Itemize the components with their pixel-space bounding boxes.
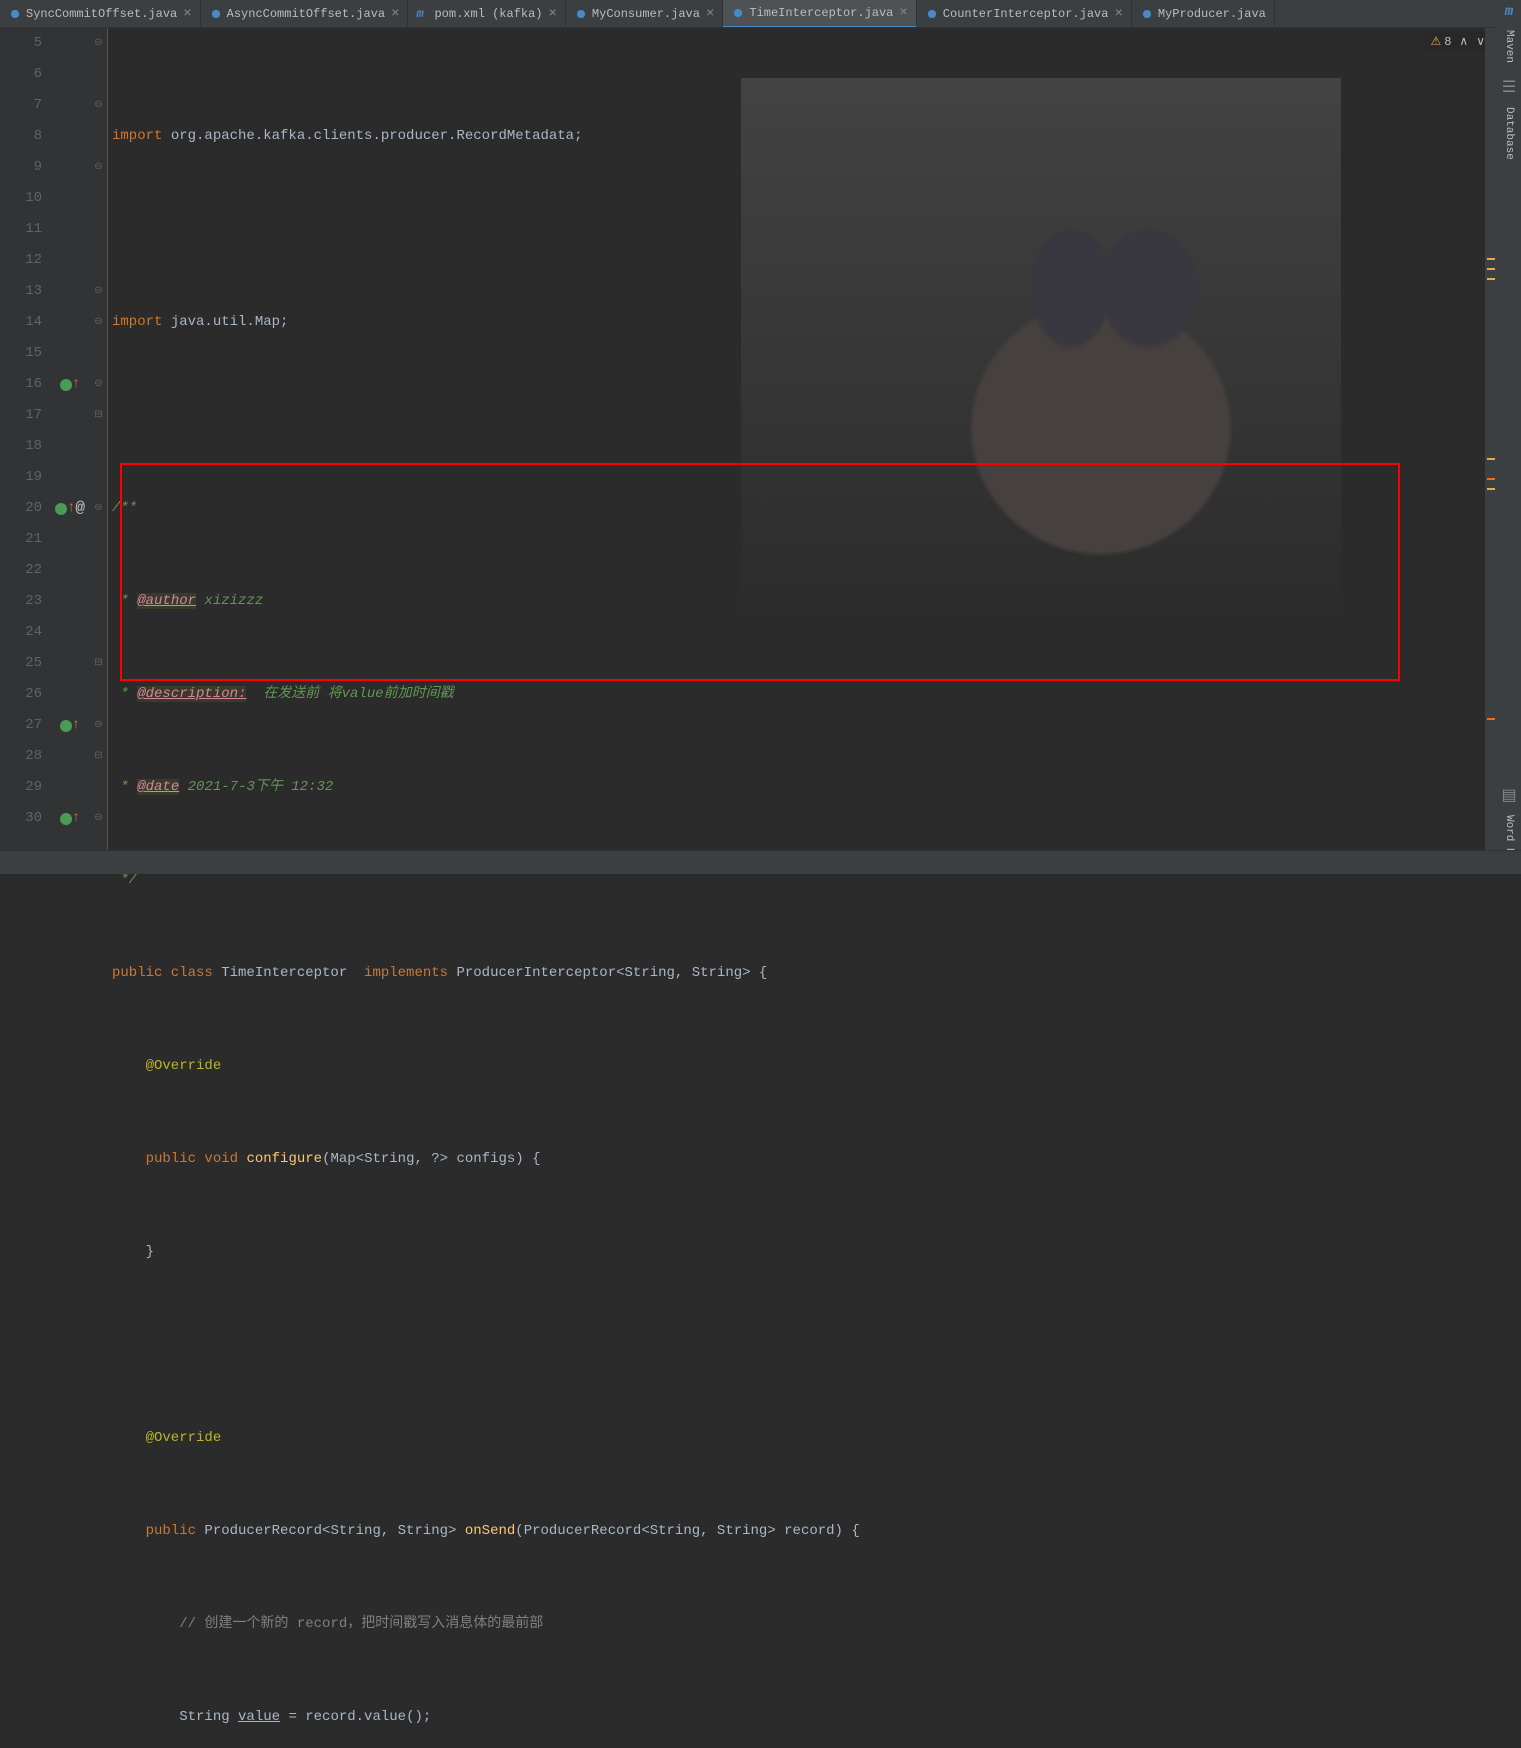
java-file-icon: [925, 7, 939, 21]
inspection-widget[interactable]: ⚠ 8 ∧ ∨: [1424, 32, 1491, 51]
line-number: 19: [0, 462, 42, 493]
override-icon[interactable]: [60, 720, 72, 732]
close-icon[interactable]: ×: [899, 5, 907, 21]
line-number-gutter[interactable]: 5 6 7 8 9 10 11 12 13 14 15 16 17 18 19 …: [0, 28, 50, 850]
override-icon[interactable]: [60, 379, 72, 391]
line-number: 24: [0, 617, 42, 648]
line-number: 25: [0, 648, 42, 679]
line-number: 26: [0, 679, 42, 710]
override-icon[interactable]: [60, 813, 72, 825]
java-file-icon: [574, 7, 588, 21]
line-number: 11: [0, 214, 42, 245]
wordbook-icon[interactable]: ▤: [1501, 785, 1516, 805]
tab-time-interceptor[interactable]: TimeInterceptor.java×: [723, 0, 916, 28]
line-number: 8: [0, 121, 42, 152]
line-number: 16: [0, 369, 42, 400]
up-arrow-icon: ↑: [72, 369, 80, 400]
line-number: 28: [0, 741, 42, 772]
editor-scrollbar[interactable]: [1485, 28, 1497, 850]
line-number: 29: [0, 772, 42, 803]
close-icon[interactable]: ×: [549, 6, 557, 22]
line-number: 23: [0, 586, 42, 617]
close-icon[interactable]: ×: [706, 6, 714, 22]
line-number: 5: [0, 28, 42, 59]
java-file-icon: [731, 6, 745, 20]
at-icon: @: [75, 493, 85, 524]
maven-tool-icon[interactable]: m: [1505, 4, 1513, 20]
line-number: 13: [0, 276, 42, 307]
line-number: 27: [0, 710, 42, 741]
close-icon[interactable]: ×: [1114, 6, 1122, 22]
code-editor[interactable]: import org.apache.kafka.clients.producer…: [108, 28, 1521, 850]
tab-async-commit[interactable]: AsyncCommitOffset.java×: [201, 0, 409, 28]
line-number: 20: [0, 493, 42, 524]
java-file-icon: [8, 7, 22, 21]
java-file-icon: [1140, 7, 1154, 21]
warning-count: 8: [1444, 35, 1451, 49]
tab-sync-commit[interactable]: SyncCommitOffset.java×: [0, 0, 201, 28]
tab-pom-xml[interactable]: mpom.xml (kafka)×: [408, 0, 565, 28]
line-number: 6: [0, 59, 42, 90]
prev-highlight-button[interactable]: ∧: [1459, 34, 1468, 49]
tab-my-producer[interactable]: MyProducer.java: [1132, 0, 1275, 28]
next-highlight-button[interactable]: ∨: [1476, 34, 1485, 49]
line-number: 9: [0, 152, 42, 183]
line-number: 7: [0, 90, 42, 121]
line-number: 17: [0, 400, 42, 431]
fold-gutter[interactable]: ⊖⊖⊖⊖⊖⊖⊟⊖⊟⊖⊟⊖: [90, 28, 108, 850]
maven-tool-button[interactable]: Maven: [1503, 30, 1515, 63]
line-number: 14: [0, 307, 42, 338]
tab-counter-interceptor[interactable]: CounterInterceptor.java×: [917, 0, 1132, 28]
up-arrow-icon: ↑: [67, 493, 75, 524]
editor-tabs-bar: SyncCommitOffset.java× AsyncCommitOffset…: [0, 0, 1521, 28]
warning-icon: ⚠: [1430, 34, 1441, 49]
database-icon[interactable]: ☰: [1502, 77, 1516, 97]
database-tool-button[interactable]: Database: [1503, 107, 1515, 160]
close-icon[interactable]: ×: [183, 6, 191, 22]
editor-container: 5 6 7 8 9 10 11 12 13 14 15 16 17 18 19 …: [0, 28, 1521, 850]
line-number: 22: [0, 555, 42, 586]
java-file-icon: [209, 7, 223, 21]
gutter-indicators: ↑ ↑ @ ↑ ↑: [50, 28, 90, 850]
line-number: 21: [0, 524, 42, 555]
override-icon[interactable]: [55, 503, 67, 515]
line-number: 15: [0, 338, 42, 369]
tab-my-consumer[interactable]: MyConsumer.java×: [566, 0, 723, 28]
status-bar: [0, 850, 1521, 874]
maven-file-icon: m: [416, 7, 430, 21]
right-tool-sidebar: m Maven ☰ Database ▤ Word Book: [1497, 0, 1521, 874]
up-arrow-icon: ↑: [72, 803, 80, 834]
line-number: 30: [0, 803, 42, 834]
up-arrow-icon: ↑: [72, 710, 80, 741]
line-number: 18: [0, 431, 42, 462]
line-number: 12: [0, 245, 42, 276]
line-number: 10: [0, 183, 42, 214]
close-icon[interactable]: ×: [391, 6, 399, 22]
